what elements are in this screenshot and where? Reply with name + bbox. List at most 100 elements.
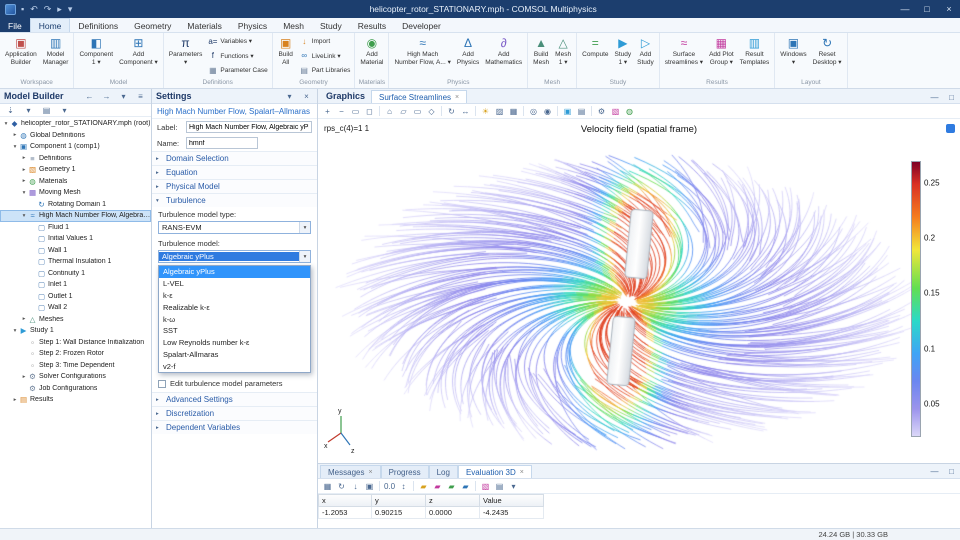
name-input[interactable] (186, 137, 258, 149)
redo-icon[interactable]: ↷ (44, 4, 52, 15)
close-tab-icon[interactable]: × (455, 94, 459, 101)
ribbon-button-add-physics[interactable]: ΔAdd Physics (454, 34, 482, 78)
ribbon-button-result-templates[interactable]: ▥Result Templates (737, 34, 773, 78)
ribbon-button-add-material[interactable]: ◉Add Material (357, 34, 386, 78)
export-icon[interactable]: ↓ (349, 480, 362, 492)
dropdown-option-sst[interactable]: SST (159, 325, 310, 337)
menu-item-mesh[interactable]: Mesh (275, 18, 312, 32)
tree-item-definitions[interactable]: ▸≡Definitions (0, 153, 151, 165)
section-dependent-variables[interactable]: ▸Dependent Variables (152, 420, 317, 434)
graphics-minimize-icon[interactable]: — (928, 91, 941, 103)
tree-item-step-1-wall-distance-initialization[interactable]: ▫Step 1: Wall Distance Initialization (0, 337, 151, 349)
tree-item-solver-configurations[interactable]: ▸⚙Solver Configurations (0, 371, 151, 383)
settings-close-icon[interactable]: × (300, 90, 313, 102)
undo-icon[interactable]: ↶ (30, 4, 38, 15)
section-turbulence[interactable]: ▾ Turbulence Turbulence model type: RANS… (152, 193, 317, 392)
more-tools-icon[interactable]: ▾ (507, 480, 520, 492)
tree-item-outlet-1[interactable]: ▢Outlet 1 (0, 291, 151, 303)
section-discretization[interactable]: ▸Discretization (152, 406, 317, 420)
menu-item-definitions[interactable]: Definitions (70, 18, 126, 32)
default-view-icon[interactable]: ⌂ (383, 105, 396, 117)
dropdown-option-k[interactable]: k-ω (159, 313, 310, 325)
tree-item-inlet-1[interactable]: ▢Inlet 1 (0, 279, 151, 291)
dropdown-option-low-reynolds-number-k[interactable]: Low Reynolds number k-ε (159, 337, 310, 349)
bottom-float-icon[interactable]: □ (945, 465, 958, 477)
scene-light-icon[interactable]: ☀ (479, 105, 492, 117)
tab-messages[interactable]: Messages× (320, 465, 381, 478)
dropdown-option-realizable-k[interactable]: Realizable k-ε (159, 301, 310, 313)
ribbon-button-high-mach-number-flow-a[interactable]: ≈High Mach Number Flow, A... ▾ (391, 34, 453, 78)
menu-item-geometry[interactable]: Geometry (126, 18, 179, 32)
tree-item-step-3-time-dependent[interactable]: ▫Step 3: Time Dependent (0, 360, 151, 372)
ribbon-button-parameters[interactable]: πParameters ▾ (166, 34, 206, 78)
save-icon[interactable]: ▪ (21, 4, 24, 15)
tree-item-rotating-domain-1[interactable]: ↻Rotating Domain 1 (0, 199, 151, 211)
menu-item-results[interactable]: Results (350, 18, 394, 32)
turbulence-model-select[interactable]: Algebraic yPlus ▾ (158, 250, 311, 263)
bottom-minimize-icon[interactable]: — (928, 465, 941, 477)
ribbon-button-build-mesh[interactable]: ▲Build Mesh (530, 34, 552, 78)
highlight-magenta-icon[interactable]: ▰ (431, 480, 444, 492)
ribbon-button-add-plot-group[interactable]: ▦Add Plot Group ▾ (706, 34, 737, 78)
tree-item-initial-values-1[interactable]: ▢Initial Values 1 (0, 233, 151, 245)
ribbon-button-mesh-1[interactable]: △Mesh 1 ▾ (552, 34, 574, 78)
collapsed-arrow-icon[interactable]: ▸ (20, 316, 28, 322)
collapsed-arrow-icon[interactable]: ▸ (20, 155, 28, 161)
ribbon-button-add-component[interactable]: ⊞Add Component ▾ (116, 34, 161, 78)
menu-item-file[interactable]: File (0, 18, 30, 32)
print-icon[interactable]: ▤ (575, 105, 588, 117)
transparency-icon[interactable]: ▨ (493, 105, 506, 117)
ribbon-button-model-manager[interactable]: ▥Model Manager (40, 34, 72, 78)
highlight-blue-icon[interactable]: ▰ (459, 480, 472, 492)
tree-item-job-configurations[interactable]: ⚙Job Configurations (0, 383, 151, 395)
tree-item-continuity-1[interactable]: ▢Continuity 1 (0, 268, 151, 280)
chevron-down-icon[interactable]: ▾ (299, 222, 310, 233)
filter-icon[interactable]: ▾ (22, 104, 35, 116)
tree-item-materials[interactable]: ▸◍Materials (0, 176, 151, 188)
report-icon[interactable]: ▤ (493, 480, 506, 492)
refresh-icon[interactable]: ↻ (335, 480, 348, 492)
close-button[interactable]: × (938, 4, 960, 14)
graphics-float-icon[interactable]: □ (945, 91, 958, 103)
dropdown-option-algebraic-yplus[interactable]: Algebraic yPlus (159, 266, 310, 278)
label-input[interactable] (186, 121, 312, 133)
forward-icon[interactable]: → (100, 90, 113, 102)
tree-item-thermal-insulation-1[interactable]: ▢Thermal Insulation 1 (0, 256, 151, 268)
pan-icon[interactable]: ↔ (459, 105, 472, 117)
ribbon-button-parameter-case[interactable]: ▦Parameter Case (207, 64, 267, 77)
collapsed-arrow-icon[interactable]: ▸ (11, 397, 19, 403)
tab-surface-streamlines[interactable]: Surface Streamlines × (371, 90, 467, 103)
ribbon-button-component-1[interactable]: ◧Component 1 ▾ (76, 34, 116, 78)
color-table-icon[interactable]: ▧ (609, 105, 622, 117)
view-yz-icon[interactable]: ▭ (411, 105, 424, 117)
tree-item-helicopter-rotor-stationary-mph-root[interactable]: ▾◆helicopter_rotor_STATIONARY.mph (root) (0, 118, 151, 130)
expanded-arrow-icon[interactable]: ▾ (11, 328, 19, 334)
more-icon[interactable]: ▾ (58, 104, 71, 116)
dropdown-option-spalart-allmaras[interactable]: Spalart-Allmaras (159, 349, 310, 361)
ribbon-button-import[interactable]: ↓Import (299, 35, 351, 48)
tab-evaluation-3d[interactable]: Evaluation 3D× (458, 465, 532, 478)
environment-icon[interactable]: ◍ (623, 105, 636, 117)
section-domain-selection[interactable]: ▸Domain Selection (152, 151, 317, 165)
minimize-button[interactable]: — (894, 4, 916, 14)
menu-item-study[interactable]: Study (312, 18, 350, 32)
settings-menu-icon[interactable]: ▾ (283, 90, 296, 102)
highlight-green-icon[interactable]: ▰ (445, 480, 458, 492)
ribbon-button-build-all[interactable]: ▣Build All (275, 34, 297, 78)
graphics-viewport[interactable]: rps_c(4)=1 1 Velocity field (spatial fra… (318, 119, 960, 463)
zoom-extents-icon[interactable]: ▭ (349, 105, 362, 117)
section-equation[interactable]: ▸Equation (152, 165, 317, 179)
tab-log[interactable]: Log (429, 465, 458, 478)
plot-table-icon[interactable]: ▧ (479, 480, 492, 492)
ribbon-button-variables[interactable]: a=Variables ▾ (207, 35, 267, 48)
ribbon-button-part-libraries[interactable]: ▤Part Libraries (299, 64, 351, 77)
tree-item-global-definitions[interactable]: ▸◍Global Definitions (0, 130, 151, 142)
menu-item-developer[interactable]: Developer (394, 18, 449, 32)
zoom-out-icon[interactable]: − (335, 105, 348, 117)
table-icon[interactable]: ▦ (321, 480, 334, 492)
collapsed-arrow-icon[interactable]: ▸ (11, 132, 19, 138)
run-icon[interactable]: ▸ (57, 4, 62, 15)
section-advanced-settings[interactable]: ▸Advanced Settings (152, 392, 317, 406)
maximize-button[interactable]: □ (916, 4, 938, 14)
ribbon-button-livelink[interactable]: ∞LiveLink ▾ (299, 49, 351, 62)
